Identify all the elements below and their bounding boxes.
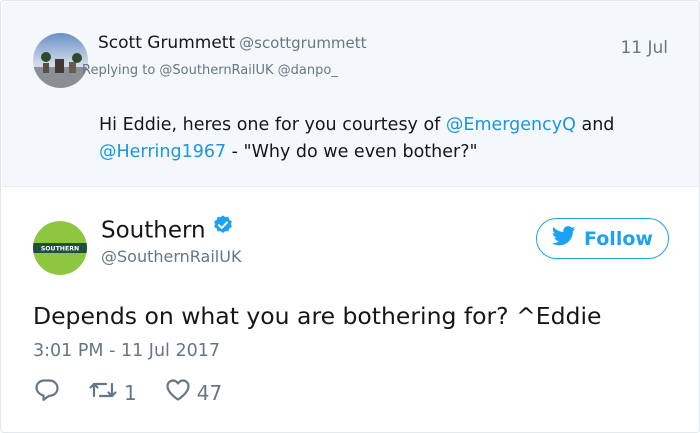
tweet-actions: 1 47: [34, 378, 250, 407]
avatar-southern[interactable]: SOUTHERN: [33, 221, 87, 275]
reply-author-handle[interactable]: @scottgrummett: [239, 34, 366, 52]
reply-text-quote: - "Why do we even bother?": [226, 142, 478, 162]
like-count: 47: [196, 380, 223, 405]
reply-text-intro: Hi Eddie, heres one for you courtesy of: [99, 115, 446, 135]
southern-logo-text: SOUTHERN: [41, 246, 79, 253]
mention-emergencyq[interactable]: @EmergencyQ: [446, 115, 576, 135]
tweet-timestamp[interactable]: 3:01 PM - 11 Jul 2017: [33, 341, 220, 361]
reply-text-and: and: [575, 115, 615, 135]
like-button[interactable]: 47: [165, 378, 222, 407]
retweet-button[interactable]: 1: [88, 378, 137, 407]
reply-icon: [34, 378, 60, 407]
reply-context: Scott Grummett @scottgrummett 11 Jul Repl…: [2, 2, 699, 187]
retweet-icon: [88, 378, 118, 407]
retweet-count: 1: [124, 380, 137, 405]
twitter-bird-icon: [551, 226, 576, 251]
mention-herring1967[interactable]: @Herring1967: [99, 142, 226, 162]
reply-button[interactable]: [34, 378, 60, 407]
reply-author[interactable]: Scott Grummett @scottgrummett: [98, 33, 367, 53]
tweet-text: Depends on what you are bothering for? ^…: [33, 302, 602, 330]
replying-to: Replying to @SouthernRailUK @danpo_: [82, 63, 338, 78]
author-name[interactable]: Southern: [101, 214, 234, 245]
verified-icon: [212, 214, 234, 242]
tweet-card: Scott Grummett @scottgrummett 11 Jul Repl…: [0, 0, 700, 433]
follow-button[interactable]: Follow: [536, 218, 669, 259]
reply-date[interactable]: 11 Jul: [620, 38, 668, 58]
reply-text: Hi Eddie, heres one for you courtesy of …: [99, 112, 659, 166]
follow-label: Follow: [584, 227, 653, 250]
reply-author-name[interactable]: Scott Grummett: [98, 33, 235, 53]
author-handle[interactable]: @SouthernRailUK: [101, 247, 241, 266]
avatar-scott[interactable]: [33, 33, 88, 88]
author-name-text[interactable]: Southern: [101, 218, 206, 244]
like-icon: [165, 378, 191, 407]
